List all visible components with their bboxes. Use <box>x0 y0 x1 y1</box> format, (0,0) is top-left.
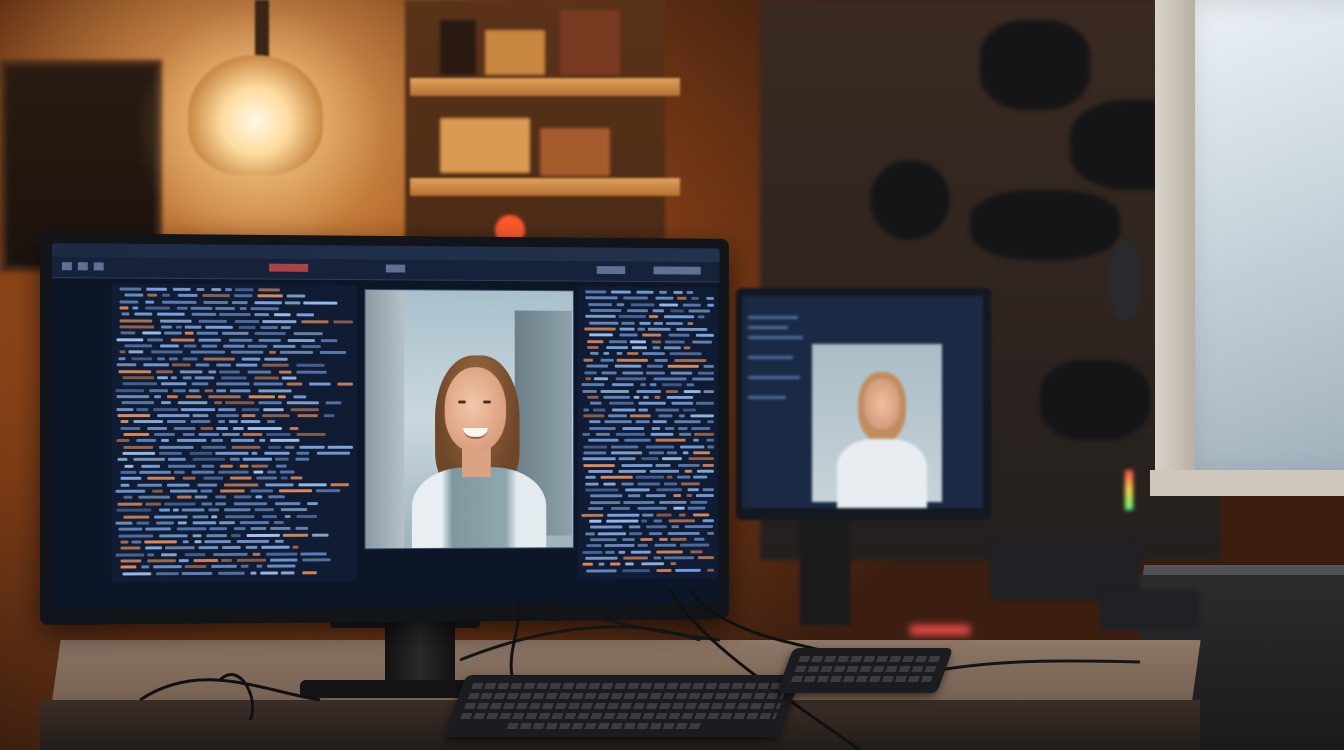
keyboard-icon <box>443 675 802 737</box>
numpad-keyboard <box>776 648 954 693</box>
cables <box>139 589 1141 750</box>
scene <box>0 0 1344 750</box>
